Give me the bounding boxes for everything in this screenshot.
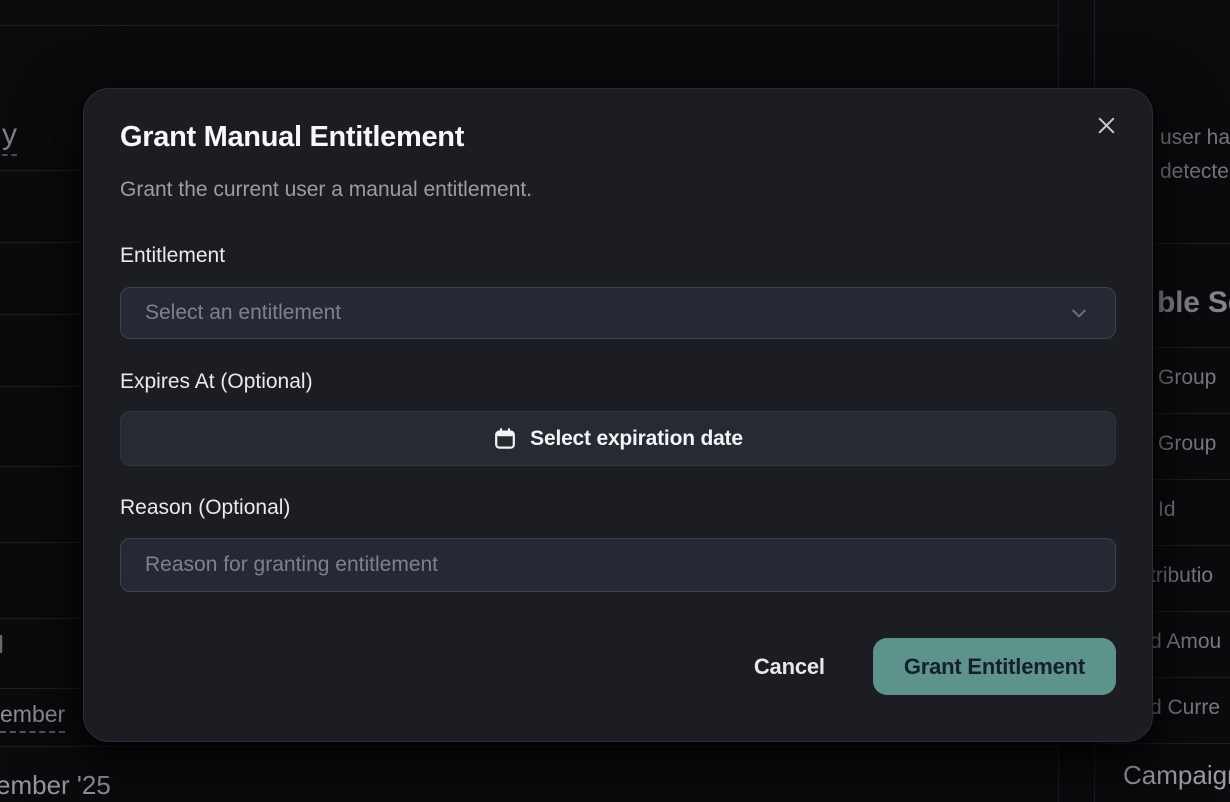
note-line-2: detecte: [1160, 155, 1230, 189]
entitlement-field-label: Entitlement: [120, 243, 1116, 269]
close-button[interactable]: [1092, 111, 1120, 139]
panel-row-label: Group: [1158, 432, 1216, 456]
background-date-fragment-2: ember '25: [0, 770, 111, 801]
divider: [0, 746, 1058, 747]
chevron-down-icon: [1069, 303, 1089, 323]
background-panel-heading-fragment: ble Se: [1157, 286, 1230, 320]
grant-entitlement-button[interactable]: Grant Entitlement: [873, 638, 1116, 695]
panel-row-label: d Curre: [1150, 696, 1220, 720]
divider: [0, 25, 1058, 26]
calendar-icon: [493, 427, 517, 451]
cancel-button[interactable]: Cancel: [750, 646, 829, 688]
expiration-date-button[interactable]: Select expiration date: [120, 411, 1116, 466]
background-table-header-fragment: y: [2, 118, 17, 152]
panel-row-label: Id: [1158, 498, 1176, 522]
panel-row-label: Group: [1158, 366, 1216, 390]
entitlement-select-placeholder: Select an entitlement: [145, 301, 1069, 325]
expires-field-label: Expires At (Optional): [120, 369, 1116, 395]
dialog-title: Grant Manual Entitlement: [120, 119, 1116, 155]
panel-row-label: tributio: [1150, 564, 1213, 588]
background-campaign-label-fragment: Campaign: [1123, 760, 1230, 791]
panel-row-label: d Amou: [1150, 630, 1221, 654]
dialog-footer: Cancel Grant Entitlement: [120, 638, 1116, 695]
divider: [1095, 743, 1230, 744]
grant-manual-entitlement-dialog: Grant Manual Entitlement Grant the curre…: [83, 88, 1153, 742]
background-value-fragment: l: [0, 631, 4, 660]
background-date-fragment: ember: [0, 701, 65, 728]
reason-field-label: Reason (Optional): [120, 495, 1116, 521]
note-line-1: user has: [1160, 121, 1230, 155]
background-note-text: user has detecte: [1160, 121, 1230, 189]
close-icon: [1095, 114, 1118, 137]
dialog-subtitle: Grant the current user a manual entitlem…: [120, 177, 1116, 203]
entitlement-select[interactable]: Select an entitlement: [120, 287, 1116, 339]
reason-input[interactable]: [120, 538, 1116, 592]
expiration-date-button-label: Select expiration date: [530, 427, 743, 451]
